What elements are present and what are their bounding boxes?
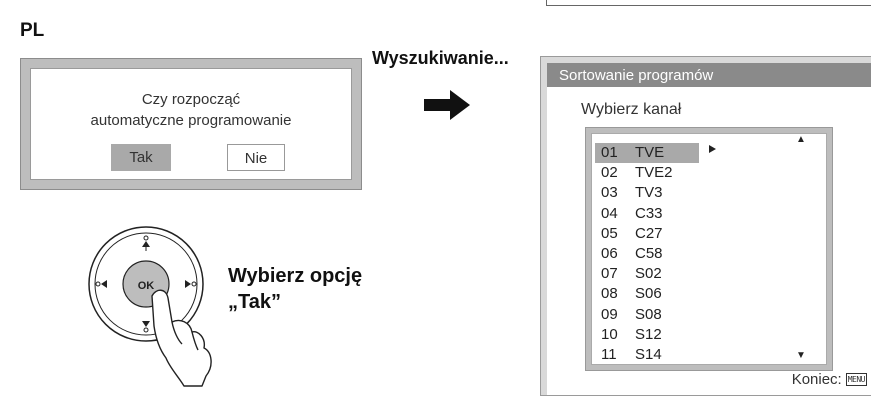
instruction-line2: „Tak” xyxy=(228,291,281,313)
program-name: TV3 xyxy=(635,184,663,202)
dialog-content: Czy rozpocząć automatyczne programowanie… xyxy=(30,68,352,180)
panel-footer: Koniec: MENU xyxy=(792,371,867,388)
program-number: 03 xyxy=(601,184,618,202)
program-number: 08 xyxy=(601,285,618,303)
program-row[interactable]: 11 S14 xyxy=(595,345,699,365)
ok-label: OK xyxy=(138,280,155,292)
channel-list-frame: ▲ 01 TVE 02 TVE2 03 TV3 04 C33 05 C27 06 C58 07 S02 08… xyxy=(585,127,833,371)
auto-programming-dialog: Czy rozpocząć automatyczne programowanie… xyxy=(20,58,362,190)
program-row[interactable]: 07 S02 xyxy=(595,264,699,284)
program-number: 07 xyxy=(601,265,618,283)
program-row[interactable]: 08 S06 xyxy=(595,284,699,304)
program-name: TVE xyxy=(635,144,665,161)
program-name: TVE2 xyxy=(635,164,673,182)
program-name: S08 xyxy=(635,305,662,323)
searching-label: Wyszukiwanie... xyxy=(372,48,509,68)
program-name: C33 xyxy=(635,204,663,222)
program-row[interactable]: 10 S12 xyxy=(595,325,699,345)
program-row[interactable]: 03 TV3 xyxy=(595,183,699,203)
program-number: 11 xyxy=(601,346,617,363)
up-arrow-icon[interactable]: ▲ xyxy=(796,134,806,145)
down-arrow-icon[interactable]: ▼ xyxy=(796,350,806,361)
program-name: S06 xyxy=(635,285,662,303)
program-row[interactable]: 01 TVE xyxy=(595,143,699,163)
panel-subtitle: Wybierz kanał xyxy=(581,101,682,118)
exit-label: Koniec: xyxy=(791,371,842,388)
yes-button[interactable]: Tak xyxy=(111,144,171,171)
program-row[interactable]: 02 TVE2 xyxy=(595,163,699,183)
program-number: 04 xyxy=(601,204,618,222)
program-name: S02 xyxy=(635,265,662,283)
right-arrow-icon xyxy=(424,90,470,120)
program-row[interactable]: 06 C58 xyxy=(595,244,699,264)
channel-list[interactable]: ▲ 01 TVE 02 TVE2 03 TV3 04 C33 05 C27 06 C58 07 S02 08… xyxy=(591,133,827,365)
program-number: 09 xyxy=(601,305,618,323)
menu-key-icon[interactable]: MENU xyxy=(845,373,867,386)
previous-figure-edge xyxy=(546,0,871,6)
program-name: S12 xyxy=(635,325,662,343)
program-number: 06 xyxy=(601,245,618,262)
language-label: PL xyxy=(20,20,45,41)
instruction-line1: Wybierz opcję xyxy=(228,265,363,287)
program-row[interactable]: 05 C27 xyxy=(595,224,699,244)
selection-arrow-icon xyxy=(709,145,716,153)
program-number: 01 xyxy=(601,144,618,161)
program-number: 02 xyxy=(601,164,618,182)
remote-dpad-icon: OK xyxy=(88,226,212,387)
program-name: C58 xyxy=(635,245,663,262)
no-button[interactable]: Nie xyxy=(227,144,285,171)
program-number: 10 xyxy=(601,325,618,343)
program-name: C27 xyxy=(635,224,663,242)
program-row[interactable]: 04 C33 xyxy=(595,204,699,224)
program-number: 05 xyxy=(601,224,618,242)
choose-yes-instruction: Wybierz opcję „Tak” xyxy=(228,263,362,315)
program-name: S14 xyxy=(635,346,662,363)
program-sorting-panel: Sortowanie programów Wybierz kanał ▲ 01 T… xyxy=(540,56,871,396)
dialog-question-line2: automatyczne programowanie xyxy=(90,112,292,129)
program-row[interactable]: 09 S08 xyxy=(595,305,699,325)
panel-title: Sortowanie programów xyxy=(559,67,714,84)
dialog-question-line1: Czy rozpocząć xyxy=(141,91,241,108)
